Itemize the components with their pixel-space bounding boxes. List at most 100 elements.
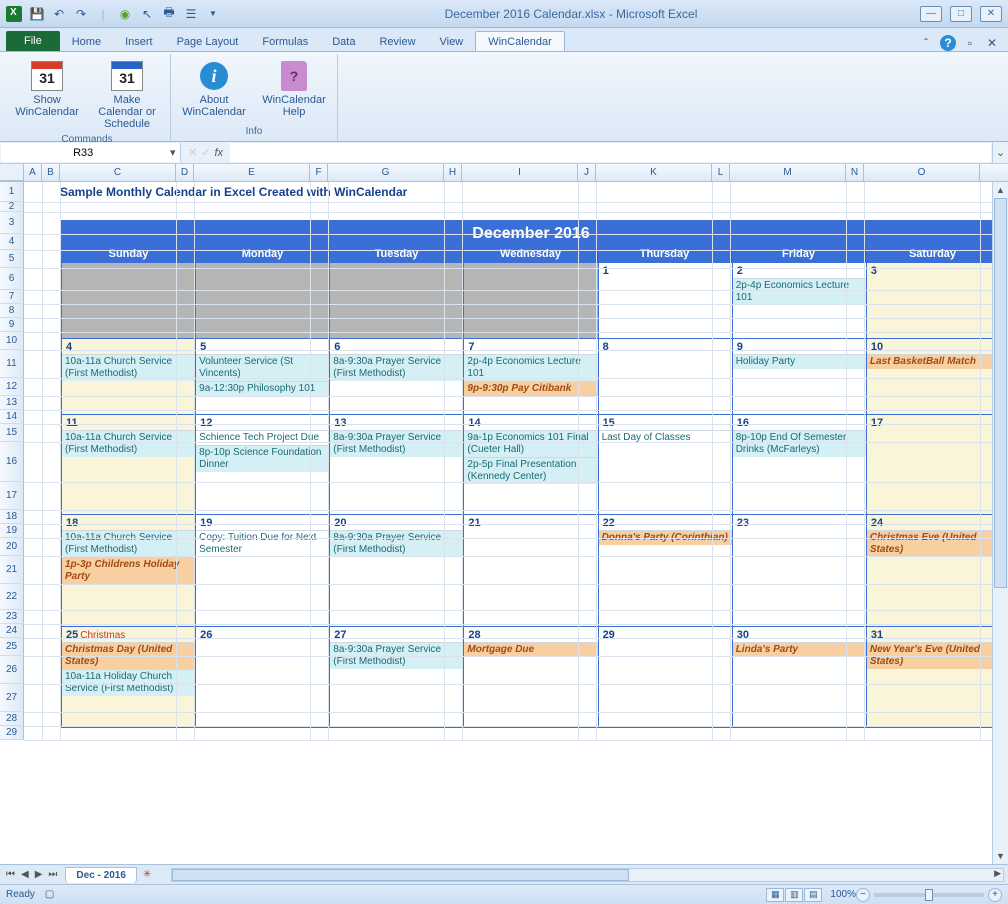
insert-sheet-icon[interactable]: ✳: [143, 869, 151, 880]
column-header[interactable]: O: [864, 164, 980, 181]
row-header[interactable]: 7: [0, 290, 24, 304]
row-header[interactable]: 29: [0, 726, 24, 740]
hscroll-right-icon[interactable]: ▶: [994, 868, 1001, 879]
page-break-view-button[interactable]: ▤: [804, 888, 822, 902]
sheet-nav-last-icon[interactable]: ⏭: [46, 869, 59, 880]
row-header[interactable]: 11: [0, 350, 24, 378]
row-header[interactable]: 16: [0, 442, 24, 482]
row-header[interactable]: 8: [0, 304, 24, 318]
zoom-out-button[interactable]: −: [856, 888, 870, 902]
zoom-level[interactable]: 100%: [830, 889, 856, 900]
row-header[interactable]: 5: [0, 250, 24, 268]
row-header[interactable]: 19: [0, 524, 24, 538]
row-header[interactable]: 22: [0, 584, 24, 610]
window-close-icon[interactable]: ✕: [984, 35, 1000, 51]
row-header[interactable]: 23: [0, 610, 24, 624]
close-button[interactable]: ✕: [980, 6, 1002, 22]
qat-dropdown-icon[interactable]: ▼: [204, 5, 222, 23]
column-header[interactable]: A: [24, 164, 42, 181]
preview-icon[interactable]: ☰: [182, 5, 200, 23]
new-icon[interactable]: ◉: [116, 5, 134, 23]
maximize-button[interactable]: □: [950, 6, 972, 22]
column-header[interactable]: B: [42, 164, 60, 181]
row-header[interactable]: 9: [0, 318, 24, 332]
column-header[interactable]: C: [60, 164, 176, 181]
scroll-down-icon[interactable]: ▼: [993, 848, 1008, 864]
cancel-formula-icon[interactable]: ✕: [188, 146, 197, 159]
row-header[interactable]: 17: [0, 482, 24, 510]
window-restore-icon[interactable]: ▫: [962, 35, 978, 51]
column-header[interactable]: M: [730, 164, 846, 181]
ribbon-tab-insert[interactable]: Insert: [113, 32, 165, 51]
ribbon-tab-wincalendar[interactable]: WinCalendar: [475, 31, 565, 51]
row-header[interactable]: 6: [0, 268, 24, 290]
ribbon-tab-view[interactable]: View: [428, 32, 476, 51]
page-layout-view-button[interactable]: ▥: [785, 888, 803, 902]
column-header[interactable]: L: [712, 164, 730, 181]
column-header[interactable]: H: [444, 164, 462, 181]
about-wincalendar-button[interactable]: iAbout WinCalendar: [175, 56, 253, 124]
row-header[interactable]: 13: [0, 396, 24, 410]
hscroll-thumb[interactable]: [172, 869, 629, 881]
column-header[interactable]: E: [194, 164, 310, 181]
help-icon[interactable]: ?: [940, 35, 956, 51]
show-wincalendar-button[interactable]: Show WinCalendar: [8, 56, 86, 132]
column-header[interactable]: D: [176, 164, 194, 181]
column-header[interactable]: I: [462, 164, 578, 181]
row-header[interactable]: 2: [0, 202, 24, 212]
minimize-ribbon-icon[interactable]: ˆ: [918, 35, 934, 51]
formula-bar-expand-icon[interactable]: ⌄: [992, 142, 1008, 163]
cursor-icon[interactable]: ↖: [138, 5, 156, 23]
ribbon-tab-file[interactable]: File: [6, 31, 60, 51]
row-header[interactable]: 14: [0, 410, 24, 424]
normal-view-button[interactable]: ▦: [766, 888, 784, 902]
row-header[interactable]: 24: [0, 624, 24, 638]
ribbon-tab-formulas[interactable]: Formulas: [250, 32, 320, 51]
zoom-thumb[interactable]: [925, 889, 933, 901]
formula-input[interactable]: [230, 143, 991, 162]
horizontal-scrollbar[interactable]: ◀ ▶: [171, 868, 1004, 882]
row-header[interactable]: 10: [0, 332, 24, 350]
row-header[interactable]: 25: [0, 638, 24, 656]
row-header[interactable]: 21: [0, 556, 24, 584]
print-icon[interactable]: 🖶: [160, 5, 178, 23]
row-header[interactable]: 12: [0, 378, 24, 396]
enter-formula-icon[interactable]: ✓: [201, 146, 210, 159]
ribbon-tab-data[interactable]: Data: [320, 32, 367, 51]
spreadsheet-grid[interactable]: ABCDEFGHIJKLMNO 123456789101112131415161…: [0, 164, 1008, 864]
wincalendar-help-button[interactable]: ?WinCalendar Help: [255, 56, 333, 124]
minimize-button[interactable]: —: [920, 6, 942, 22]
scroll-up-icon[interactable]: ▲: [993, 182, 1008, 198]
column-header[interactable]: F: [310, 164, 328, 181]
zoom-slider[interactable]: [874, 893, 984, 897]
sheet-tab-dec-2016[interactable]: Dec - 2016: [65, 867, 136, 883]
row-header[interactable]: 4: [0, 234, 24, 250]
name-box-dropdown-icon[interactable]: ▾: [165, 146, 180, 159]
vertical-scrollbar[interactable]: ▲ ▼: [992, 182, 1008, 864]
fx-icon[interactable]: fx: [214, 147, 223, 159]
row-header[interactable]: 3: [0, 212, 24, 234]
column-header[interactable]: N: [846, 164, 864, 181]
undo-icon[interactable]: ↶: [50, 5, 68, 23]
row-header[interactable]: 26: [0, 656, 24, 684]
macro-record-icon[interactable]: ▢: [45, 889, 54, 900]
column-header[interactable]: J: [578, 164, 596, 181]
ribbon-tab-home[interactable]: Home: [60, 32, 113, 51]
row-header[interactable]: 15: [0, 424, 24, 442]
row-header[interactable]: 20: [0, 538, 24, 556]
column-header[interactable]: K: [596, 164, 712, 181]
save-icon[interactable]: 💾: [28, 5, 46, 23]
name-box-input[interactable]: [1, 147, 165, 159]
sheet-nav-next-icon[interactable]: ▶: [33, 869, 45, 880]
select-all-corner[interactable]: [0, 164, 24, 181]
name-box[interactable]: ▾: [1, 143, 181, 162]
sheet-nav-first-icon[interactable]: ⏮: [4, 869, 17, 880]
column-header[interactable]: G: [328, 164, 444, 181]
ribbon-tab-page-layout[interactable]: Page Layout: [165, 32, 251, 51]
row-header[interactable]: 27: [0, 684, 24, 712]
ribbon-tab-review[interactable]: Review: [367, 32, 427, 51]
row-header[interactable]: 28: [0, 712, 24, 726]
sheet-nav-prev-icon[interactable]: ◀: [19, 869, 31, 880]
zoom-in-button[interactable]: +: [988, 888, 1002, 902]
vscroll-thumb[interactable]: [994, 198, 1007, 588]
